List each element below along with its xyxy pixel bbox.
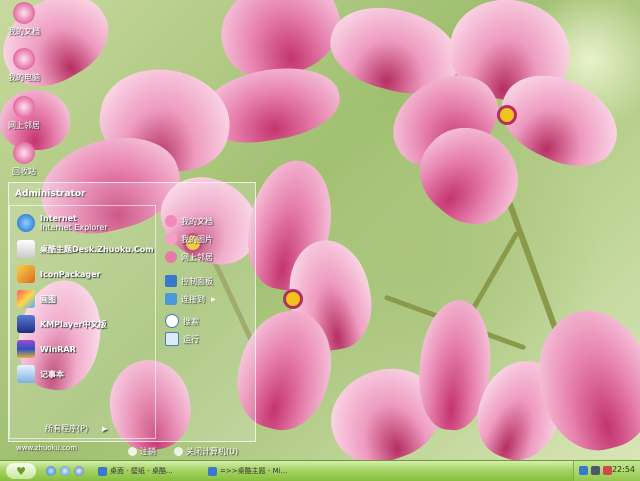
desktop-icon-label: 我的电脑 [8,73,40,82]
system-tray: 22:54 [573,461,640,481]
internet-explorer-icon [17,214,35,232]
menu-item-label: 运行 [183,334,199,344]
menu-item-label: WinRAR [40,344,76,354]
menu-item-subtitle: Internet Explorer [40,223,108,232]
zhuoku-theme-icon [17,240,35,258]
tray-volume-icon[interactable] [591,466,600,475]
start-menu-item-winrar[interactable]: WinRAR [17,339,76,359]
taskbar-clock[interactable]: 22:54 [612,465,635,474]
task-label: =>>桌酷主题 - Mi... [220,467,288,475]
start-menu-item-notepad[interactable]: 记事本 [17,364,64,384]
start-menu-right-my-pictures[interactable]: 我的图片 [165,231,213,247]
quicklaunch-desktop-icon[interactable] [60,466,70,476]
pictures-icon [165,233,177,245]
menu-item-label: 桌酷主题Desk.Zhuoku.Com [40,244,154,254]
log-off-icon [128,447,137,456]
watermark-text: www.zhuoku.com [16,444,78,452]
network-places-icon [165,251,177,263]
documents-icon [165,215,177,227]
all-programs-button[interactable]: 所有程序(P) ▶ [45,423,107,434]
shut-down-label: 关闭计算机(U) [186,447,239,456]
paint-icon [17,290,35,308]
start-menu-right-connect-to[interactable]: 连接到 ▶ [165,291,216,307]
start-menu-right-search[interactable]: 搜索 [165,313,199,329]
start-menu-item-zhuoku[interactable]: 桌酷主题Desk.Zhuoku.Com [17,239,154,259]
menu-item-label: 我的图片 [181,234,213,244]
log-off-button[interactable]: 注销 [128,446,156,457]
tray-network-icon[interactable] [579,466,588,475]
connect-to-icon [165,293,177,305]
start-menu-right-my-documents[interactable]: 我的文档 [165,213,213,229]
desktop-icon-my-documents[interactable]: 我的文档 [0,2,48,37]
run-icon [165,332,179,346]
tray-app-icon[interactable] [603,466,612,475]
shut-down-button[interactable]: 关闭计算机(U) [174,446,238,457]
menu-item-label: 控制面板 [181,276,213,286]
desktop-icon-recycle-bin[interactable]: 回收站 [0,142,48,177]
desktop-icon-label: 网上邻居 [8,121,40,130]
iconpackager-icon [17,265,35,283]
start-menu-item-iconpackager[interactable]: IconPackager [17,264,101,284]
menu-item-label: IconPackager [40,269,101,279]
quicklaunch-ie-icon[interactable] [46,466,56,476]
all-programs-label: 所有程序(P) [45,424,89,433]
menu-item-label: 我的文档 [181,216,213,226]
start-menu-username: Administrator [15,189,86,199]
network-icon [13,96,35,118]
desktop-wallpaper: 我的文档 我的电脑 网上邻居 回收站 Administrator Interne… [0,0,640,460]
menu-item-label: KMPlayer中文版 [40,319,107,329]
notepad-icon [17,365,35,383]
menu-item-label: 网上邻居 [181,252,213,262]
shut-down-icon [174,447,183,456]
menu-item-label: 画图 [40,294,56,304]
desktop-icon-my-computer[interactable]: 我的电脑 [0,48,48,83]
desktop-icon-network[interactable]: 网上邻居 [0,96,48,131]
winrar-icon [17,340,35,358]
start-menu-right-network[interactable]: 网上邻居 [165,249,213,265]
recycle-bin-icon [13,142,35,164]
task-label: 桌面 - 壁纸 - 桌酷... [110,467,173,475]
search-icon [165,314,179,328]
menu-item-label: 记事本 [40,369,64,379]
start-menu-right-run[interactable]: 运行 [165,331,199,347]
start-menu-item-paint[interactable]: 画图 [17,289,56,309]
flower-center [500,108,514,122]
control-panel-icon [165,275,177,287]
desktop-icon-label: 我的文档 [8,27,40,36]
all-programs-arrow-icon: ▶ [102,425,108,433]
kmplayer-icon [17,315,35,333]
start-menu-right-control-panel[interactable]: 控制面板 [165,273,213,289]
desktop-icon-label: 回收站 [12,167,36,176]
menu-item-label: 连接到 [181,294,205,304]
start-menu: Administrator Internet Internet Explorer … [8,182,256,442]
submenu-arrow-icon: ▶ [211,295,216,303]
taskbar: ♥ 桌面 - 壁纸 - 桌酷... =>>桌酷主题 - Mi... 22:54 [0,460,640,481]
flower-center [286,292,300,306]
my-computer-icon [13,48,35,70]
my-documents-icon [13,2,35,24]
menu-item-title: Internet [40,214,77,223]
start-menu-item-internet[interactable]: Internet Internet Explorer [17,213,108,233]
heart-logo-icon: ♥ [16,464,26,478]
browser-window-icon [208,466,217,476]
log-off-label: 注销 [140,447,156,456]
quicklaunch-media-icon[interactable] [74,466,84,476]
start-menu-item-kmplayer[interactable]: KMPlayer中文版 [17,314,107,334]
taskbar-button-zhuoku-theme[interactable]: =>>桌酷主题 - Mi... [204,463,316,479]
start-button[interactable]: ♥ [6,463,36,479]
browser-window-icon [98,466,107,476]
menu-item-label: 搜索 [183,316,199,326]
taskbar-button-zhuoku-browser[interactable]: 桌面 - 壁纸 - 桌酷... [94,463,206,479]
